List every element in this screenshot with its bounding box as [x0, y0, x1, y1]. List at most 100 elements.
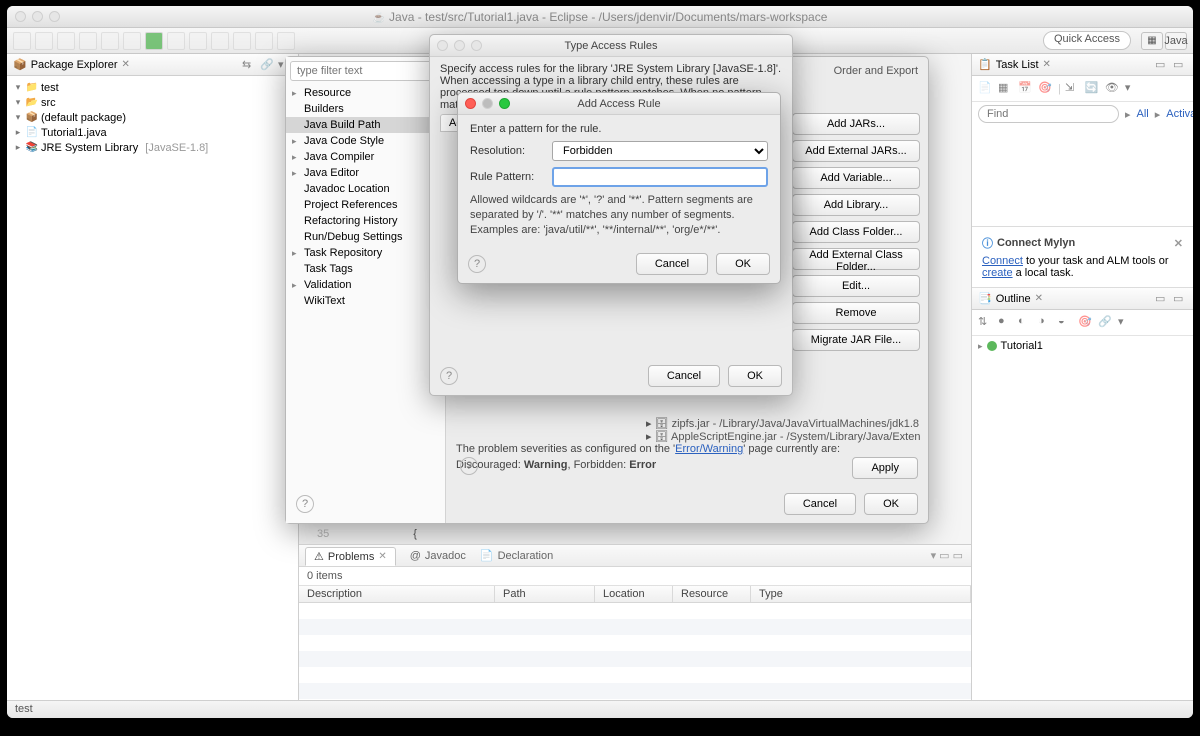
connect-link[interactable]: Connect — [982, 255, 1023, 267]
help-icon[interactable]: ? — [296, 495, 314, 513]
view-menu-icon[interactable]: ▾ — [1125, 81, 1141, 97]
toolbar-button[interactable] — [167, 32, 185, 50]
toolbar-button[interactable] — [255, 32, 273, 50]
tree-project[interactable]: ▾📁test — [7, 80, 298, 95]
close-icon[interactable]: ✕ — [1174, 237, 1183, 250]
edit-button[interactable]: Edit... — [792, 275, 920, 297]
resolution-select[interactable]: Forbidden — [552, 141, 768, 161]
link-icon[interactable]: 🔗 — [1098, 315, 1114, 331]
view-menu-icon[interactable]: ▾ — [1118, 315, 1134, 331]
close-icon[interactable]: ✕ — [1035, 293, 1043, 304]
add-external-jars-button[interactable]: Add External JARs... — [792, 140, 920, 162]
help-icon[interactable]: ? — [440, 367, 458, 385]
toolbar-button[interactable] — [123, 32, 141, 50]
categorize-icon[interactable]: ▦ — [998, 81, 1014, 97]
zoom-icon[interactable] — [49, 11, 60, 22]
new-task-icon[interactable]: 📄 — [978, 81, 994, 97]
minimize-icon[interactable] — [32, 11, 43, 22]
toolbar-button[interactable] — [277, 32, 295, 50]
apply-button[interactable]: Apply — [852, 457, 918, 479]
window-controls[interactable] — [15, 11, 60, 22]
collapse-icon[interactable]: ⇲ — [1065, 81, 1081, 97]
minimize-icon[interactable]: ▭ — [1155, 58, 1169, 72]
close-icon[interactable]: ✕ — [122, 59, 130, 70]
col-type[interactable]: Type — [751, 586, 971, 602]
add-class-folder-button[interactable]: Add Class Folder... — [792, 221, 920, 243]
tab-javadoc[interactable]: @Javadoc — [410, 550, 466, 562]
hide-nonpublic-icon[interactable]: ◑ — [1038, 315, 1054, 331]
add-library-button[interactable]: Add Library... — [792, 194, 920, 216]
create-link[interactable]: create — [982, 267, 1013, 279]
close-icon[interactable]: ✕ — [1043, 59, 1051, 70]
ok-button[interactable]: OK — [716, 253, 770, 275]
run-icon[interactable] — [145, 32, 163, 50]
toolbar-button[interactable] — [211, 32, 229, 50]
tree-jre[interactable]: ▸📚JRE System Library [JavaSE-1.8] — [7, 140, 298, 155]
maximize-icon[interactable]: ▭ — [1173, 58, 1187, 72]
task-list-tab[interactable]: 📋 Task List ✕ ▭ ▭ — [972, 54, 1193, 76]
add-external-class-folder-button[interactable]: Add External Class Folder... — [792, 248, 920, 270]
add-variable-button[interactable]: Add Variable... — [792, 167, 920, 189]
property-category[interactable]: Run/Debug Settings — [286, 229, 445, 245]
outline-tab[interactable]: 📑 Outline ✕ ▭ ▭ — [972, 288, 1193, 310]
col-description[interactable]: Description — [299, 586, 495, 602]
hide-icon[interactable]: 👁 — [1105, 81, 1121, 97]
hide-static-icon[interactable]: ◐ — [1018, 315, 1034, 331]
property-category[interactable]: Task Tags — [286, 261, 445, 277]
close-icon[interactable] — [15, 11, 26, 22]
maximize-icon[interactable]: ▭ — [1173, 292, 1187, 306]
filter-input[interactable] — [290, 61, 441, 81]
property-category[interactable]: Project References — [286, 197, 445, 213]
jar-entry[interactable]: AppleScriptEngine.jar - /System/Library/… — [646, 430, 920, 443]
property-category[interactable]: Java Build Path — [286, 117, 445, 133]
tab-declaration[interactable]: 📄Declaration — [480, 549, 553, 562]
col-resource[interactable]: Resource — [673, 586, 751, 602]
property-category[interactable]: Java Compiler — [286, 149, 445, 165]
ok-button[interactable]: OK — [728, 365, 782, 387]
property-category[interactable]: Builders — [286, 101, 445, 117]
tree-file[interactable]: ▸📄Tutorial1.java — [7, 125, 298, 140]
property-category[interactable]: Refactoring History — [286, 213, 445, 229]
find-input[interactable] — [978, 105, 1119, 123]
ok-button[interactable]: OK — [864, 493, 918, 515]
hide-fields-icon[interactable]: ● — [998, 315, 1014, 331]
cancel-button[interactable]: Cancel — [636, 253, 708, 275]
rule-pattern-input[interactable] — [552, 167, 768, 187]
cancel-button[interactable]: Cancel — [648, 365, 720, 387]
focus-icon[interactable]: 🎯 — [1038, 81, 1054, 97]
property-category[interactable]: WikiText — [286, 293, 445, 309]
close-icon[interactable]: ✕ — [378, 551, 386, 562]
open-perspective-icon[interactable]: ▦ — [1141, 32, 1163, 50]
outline-item[interactable]: ▸Tutorial1 — [978, 340, 1187, 352]
all-link[interactable]: All — [1137, 108, 1149, 120]
titlebar[interactable]: Java - test/src/Tutorial1.java - Eclipse… — [7, 6, 1193, 28]
help-icon[interactable]: ? — [460, 457, 478, 475]
view-menu-icon[interactable]: ▾ ▭ ▭ — [931, 549, 971, 562]
property-category[interactable]: Task Repository — [286, 245, 445, 261]
toolbar-button[interactable] — [101, 32, 119, 50]
quick-access-input[interactable]: Quick Access — [1043, 31, 1131, 50]
migrate-jar-file-button[interactable]: Migrate JAR File... — [792, 329, 920, 351]
tree-package[interactable]: ▾📦(default package) — [7, 110, 298, 125]
cancel-button[interactable]: Cancel — [784, 493, 856, 515]
hide-local-icon[interactable]: ◒ — [1058, 315, 1074, 331]
package-explorer-tab[interactable]: 📦 Package Explorer ✕ ⇆ 🔗 ▾ — [7, 54, 298, 76]
collapse-all-icon[interactable]: ⇆ — [242, 58, 256, 72]
link-editor-icon[interactable]: 🔗 — [260, 58, 274, 72]
toolbar-button[interactable] — [79, 32, 97, 50]
help-icon[interactable]: ? — [468, 255, 486, 273]
property-category[interactable]: Java Editor — [286, 165, 445, 181]
property-category[interactable]: Javadoc Location — [286, 181, 445, 197]
tree-src[interactable]: ▾📂src — [7, 95, 298, 110]
property-category[interactable]: Java Code Style — [286, 133, 445, 149]
sort-icon[interactable]: ⇅ — [978, 315, 994, 331]
error-warning-link[interactable]: Error/Warning — [675, 443, 743, 455]
property-category[interactable]: Resource — [286, 85, 445, 101]
activate-link[interactable]: Activate... — [1166, 108, 1193, 120]
property-category[interactable]: Validation — [286, 277, 445, 293]
remove-button[interactable]: Remove — [792, 302, 920, 324]
add-jars-button[interactable]: Add JARs... — [792, 113, 920, 135]
minimize-icon[interactable]: ▭ — [1155, 292, 1169, 306]
col-location[interactable]: Location — [595, 586, 673, 602]
toolbar-button[interactable] — [35, 32, 53, 50]
